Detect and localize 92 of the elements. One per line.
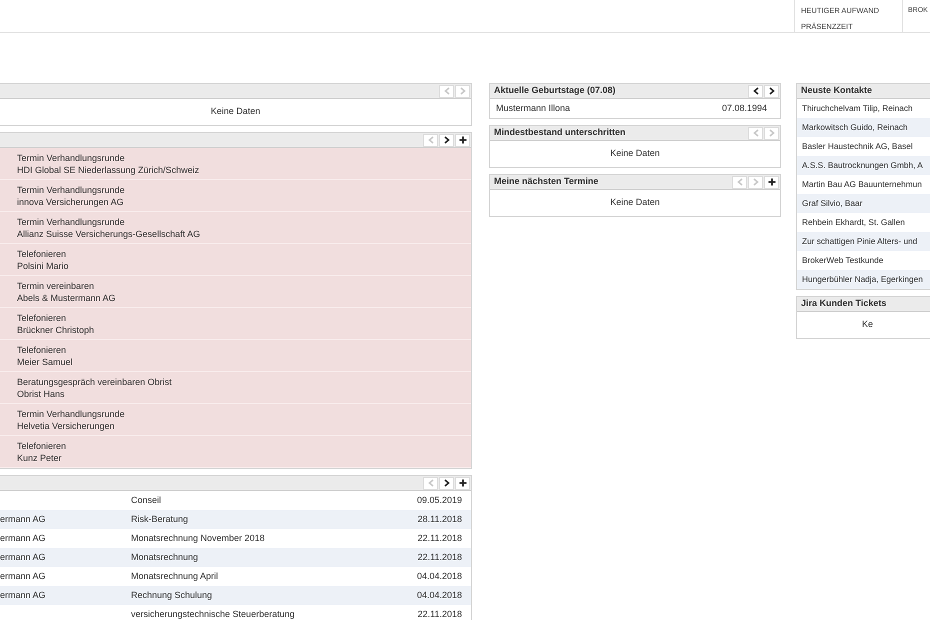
chevron-left-icon [426, 479, 434, 487]
task-contact: Polsini Mario [17, 260, 70, 272]
panel-title: Mindestbestand unterschritten [494, 126, 627, 140]
contact-item[interactable]: Rehbein Ekhardt, St. Gallen [797, 213, 930, 232]
date-cell: 22.11.2018 [418, 532, 462, 543]
contact-item[interactable]: Hungerbühler Nadja, Egerkingen [797, 270, 930, 289]
plus-icon [768, 178, 776, 186]
table-cell: Risk-Beratung [131, 514, 188, 524]
contact-item[interactable]: Graf Silvio, Baar [797, 194, 930, 213]
table-cell: versicherungstechnische Steuerberatung [131, 608, 295, 619]
task-title: Termin Verhandlungsrunde [17, 216, 126, 228]
panel-title: Meine nächsten Termine [494, 175, 600, 188]
task-title: Termin vereinbaren [17, 280, 96, 292]
add-button[interactable] [455, 476, 470, 490]
empty-message: Keine Daten [610, 147, 660, 160]
contact-item[interactable]: Martin Bau AG Bauunternehmun [797, 175, 930, 194]
table-cell: ermann AG [0, 590, 46, 600]
empty-message: Keine Daten [210, 105, 260, 118]
chevron-left-icon [426, 136, 434, 144]
chevron-left-icon [442, 87, 450, 95]
contact-item[interactable]: A.S.S. Bautrocknungen Gmbh, A [797, 156, 930, 175]
chevron-right-icon [442, 136, 450, 144]
task-title: Beratungsgespräch vereinbaren Obrist [17, 376, 173, 388]
contact-item[interactable]: BrokerWeb Testkunde [797, 251, 930, 270]
next-button[interactable] [439, 134, 454, 146]
panel-title: Jira Kunden Tickets [801, 297, 888, 310]
date-cell: 04.04.2018 [416, 590, 462, 600]
next-button[interactable] [439, 476, 454, 490]
task-row[interactable]: Beratungsgespräch vereinbaren Obrist Obrist Hans [0, 372, 471, 404]
chevron-right-icon [752, 178, 760, 186]
task-row[interactable]: Termin Verhandlungsrunde innova Versicherungen AG [0, 180, 471, 212]
table-cell: Monatsrechnung April [131, 570, 218, 581]
plus-icon [458, 479, 466, 487]
task-row[interactable]: Termin Verhandlungsrunde HDI Global SE Niederlassung Zürich/Schweiz [0, 148, 471, 180]
date-cell: 09.05.2019 [416, 494, 462, 505]
chevron-right-icon [442, 479, 450, 487]
task-row[interactable]: Telefonieren Kunz Peter [0, 436, 471, 468]
task-row[interactable]: Telefonieren Meier Samuel [0, 340, 471, 372]
date-cell: 04.04.2018 [416, 570, 462, 581]
panel-title: Aktuelle Geburtstage (07.08) [494, 84, 617, 98]
task-contact: Obrist Hans [17, 388, 66, 400]
task-contact: Kunz Peter [17, 452, 63, 464]
table-cell: ermann AG [0, 532, 46, 543]
task-row[interactable]: Termin vereinbaren Abels & Mustermann AG [0, 276, 471, 308]
next-button[interactable] [764, 84, 779, 98]
table-cell: Monatsrechnung November 2018 [131, 532, 265, 543]
task-row[interactable]: Telefonieren Polsini Mario [0, 244, 471, 276]
task-title: Termin Verhandlungsrunde [17, 408, 126, 420]
task-contact: Meier Samuel [17, 356, 74, 368]
task-title: Telefonieren [17, 440, 68, 452]
table-cell: ermann AG [0, 514, 46, 524]
task-title: Telefonieren [17, 248, 68, 260]
chevron-left-icon [736, 178, 744, 186]
chevron-left-icon [752, 129, 760, 137]
task-row[interactable]: Termin Verhandlungsrunde Helvetia Versicherungen [0, 404, 471, 436]
chevron-right-icon [458, 87, 466, 95]
table-cell: Monatsrechnung [131, 552, 198, 562]
task-row[interactable]: Telefonieren Brückner Christoph [0, 308, 471, 340]
chevron-right-icon [768, 87, 776, 95]
task-contact: Abels & Mustermann AG [17, 292, 117, 304]
birthday-date: 07.08.1994 [722, 102, 767, 115]
contact-item[interactable]: Zur schattigen Pinie Alters- und [797, 232, 930, 251]
task-title: Telefonieren [17, 312, 68, 324]
task-title: Telefonieren [17, 344, 68, 356]
add-button[interactable] [455, 134, 470, 146]
task-row[interactable]: Termin Verhandlungsrunde Allianz Suisse Versicherungs-Gesellschaft AG [0, 212, 471, 244]
date-cell: 22.11.2018 [418, 552, 462, 562]
plus-icon [458, 136, 466, 144]
date-cell: 28.11.2018 [418, 514, 462, 524]
panel-title: Neuste Kontakte [801, 84, 874, 98]
table-cell: Rechnung Schulung [131, 590, 212, 600]
date-cell: 22.11.2018 [418, 608, 462, 619]
task-contact: Helvetia Versicherungen [17, 420, 116, 432]
contact-item[interactable]: Thiruchchelvam Tilip, Reinach [797, 99, 930, 118]
contact-item[interactable]: Basler Haustechnik AG, Basel [797, 137, 930, 156]
task-title: Termin Verhandlungsrunde [17, 184, 126, 196]
birthday-name: Mustermann Illona [496, 102, 570, 115]
previous-button[interactable] [748, 84, 763, 98]
chevron-right-icon [768, 129, 776, 137]
contact-item[interactable]: Markowitsch Guido, Reinach [797, 118, 930, 137]
task-contact: innova Versicherungen AG [17, 196, 125, 208]
empty-message: Keine Daten [610, 196, 660, 210]
task-contact: Brückner Christoph [17, 324, 96, 336]
table-cell: ermann AG [0, 570, 46, 581]
add-button[interactable] [764, 176, 779, 188]
task-title: Termin Verhandlungsrunde [17, 152, 126, 164]
table-cell: ermann AG [0, 552, 46, 562]
task-contact: Allianz Suisse Versicherungs-Gesellschaft AG [17, 228, 202, 240]
table-cell: Conseil [131, 494, 162, 505]
chevron-left-icon [752, 87, 760, 95]
empty-message: Ke [862, 318, 873, 332]
task-contact: HDI Global SE Niederlassung Zürich/Schweiz [17, 164, 200, 176]
